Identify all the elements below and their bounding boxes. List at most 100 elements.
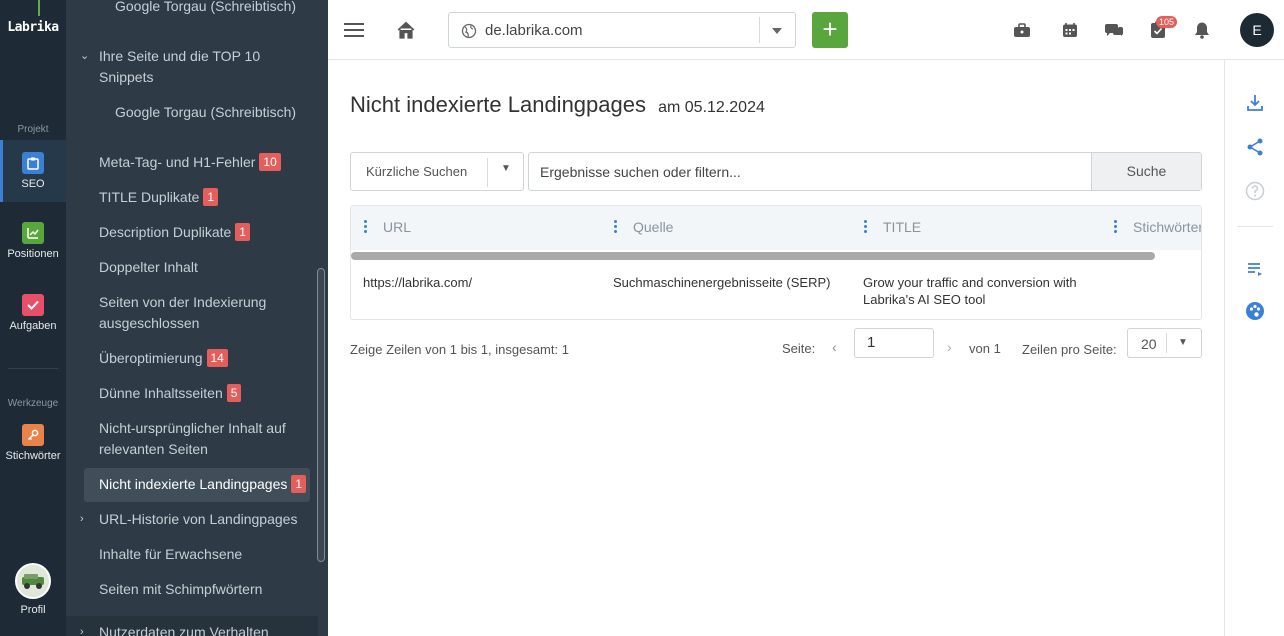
rail-item-aufgaben[interactable]: Aufgaben — [0, 284, 66, 344]
count-badge: 10 — [259, 153, 281, 171]
cell-url[interactable]: https://labrika.com/ — [363, 274, 593, 291]
count-badge: 1 — [203, 188, 219, 206]
calendar-icon[interactable] — [1060, 20, 1080, 40]
sidebar-item-label: Seiten mit Schimpfwörtern — [99, 581, 263, 597]
chevron-down-icon[interactable] — [767, 25, 787, 37]
column-menu-icon[interactable] — [364, 220, 368, 235]
sidebar-scrollbar[interactable] — [317, 268, 325, 562]
sidebar-item-google-torgau[interactable]: Google Torgau (Schreibtisch) — [66, 0, 318, 17]
help-icon[interactable] — [1244, 180, 1266, 202]
profile-avatar[interactable] — [15, 563, 51, 599]
user-avatar[interactable]: E — [1240, 13, 1274, 47]
page-title: Nicht indexierte Landingpages am 05.12.2… — [350, 92, 765, 118]
rows-per-page-label: Zeilen pro Seite: — [1022, 342, 1117, 357]
sidebar-group-top10[interactable]: ⌄ Ihre Seite und die TOP 10 Snippets — [66, 46, 318, 88]
rail-item-label: Positionen — [7, 248, 59, 260]
count-badge: 5 — [226, 384, 242, 402]
rail-item-positionen[interactable]: Positionen — [0, 212, 66, 272]
sidebar-item-label: URL-Historie von Landingpages — [99, 511, 298, 527]
domain-select[interactable]: de.labrika.com — [448, 12, 796, 48]
page-label: Seite: — [782, 341, 816, 356]
sidebar-item-top10-google-torgau[interactable]: Google Torgau (Schreibtisch) — [66, 102, 318, 123]
list-filter-icon[interactable] — [1244, 258, 1266, 280]
sidebar-item-indexierung-ausgeschlossen[interactable]: Seiten von der Indexierung ausgeschlosse… — [66, 292, 318, 334]
sidebar-item-label: Google Torgau (Schreibtisch) — [115, 104, 297, 120]
bell-icon[interactable] — [1192, 20, 1212, 40]
menu-icon[interactable] — [342, 18, 366, 42]
cell-quelle: Suchmaschinenergebnisseite (SERP) — [613, 275, 831, 290]
action-divider — [1237, 226, 1273, 227]
page-number-input[interactable]: 1 — [854, 328, 934, 358]
sidebar-item-label: Überoptimierung — [99, 350, 203, 366]
sidebar-item-inhalte-erwachsene[interactable]: Inhalte für Erwachsene — [66, 544, 318, 565]
chevron-down-icon: ⌄ — [80, 50, 90, 62]
sidebar-item-url-historie[interactable]: › URL-Historie von Landingpages — [66, 509, 318, 530]
sidebar-item-label: TITLE Duplikate — [99, 189, 200, 205]
sidebar-item-label: Nicht indexierte Landingpages — [99, 476, 288, 492]
globe-icon — [461, 23, 477, 39]
rail-item-stichwoerter[interactable]: Stichwörter — [0, 414, 66, 474]
sidebar-item-label: Dünne Inhaltsseiten — [99, 385, 223, 401]
app-logo[interactable]: Labrika — [0, 20, 66, 35]
count-badge: 1 — [291, 475, 307, 493]
column-header-stichwoerter[interactable]: Stichwörter — [1133, 219, 1201, 235]
column-menu-icon[interactable] — [864, 220, 868, 235]
search-bar: Suche — [528, 152, 1202, 191]
chat-icon[interactable] — [1103, 20, 1125, 40]
share-icon[interactable] — [1244, 136, 1266, 158]
download-icon[interactable] — [1244, 92, 1266, 114]
recent-searches-select[interactable]: Kürzliche Suchen ▼ — [350, 152, 524, 191]
select-divider — [1166, 333, 1167, 353]
sidebar-item-label: Inhalte für Erwachsene — [99, 546, 243, 562]
pagination: Zeige Zeilen von 1 bis 1, insgesamt: 1 S… — [350, 328, 1202, 362]
pagination-summary: Zeige Zeilen von 1 bis 1, insgesamt: 1 — [350, 342, 569, 357]
logo-accent — [38, 0, 40, 16]
cell-title: Grow your traffic and conversion with La… — [863, 275, 1077, 307]
add-project-button[interactable]: + — [812, 12, 848, 48]
select-divider — [487, 158, 488, 187]
sidebar-item-label: Meta-Tag- und H1-Fehler — [99, 154, 256, 170]
sidebar-item-duenne-inhaltsseiten[interactable]: Dünne Inhaltsseiten 5 — [66, 383, 318, 404]
home-icon[interactable] — [394, 18, 418, 42]
chevron-right-icon: › — [80, 513, 84, 525]
domain-value: de.labrika.com — [485, 22, 583, 39]
column-menu-icon[interactable] — [1114, 220, 1118, 235]
briefcase-icon[interactable] — [1012, 20, 1032, 40]
notification-count-badge: 105 — [1156, 16, 1178, 28]
palette-icon[interactable] — [1244, 300, 1266, 322]
sidebar-item-nicht-indexierte-landingpages[interactable]: Nicht indexierte Landingpages 1 — [84, 468, 310, 502]
sidebar-item-nutzerdaten[interactable]: › Nutzerdaten zum Verhalten — [66, 622, 318, 636]
chevron-left-icon[interactable]: ‹ — [832, 339, 837, 355]
caret-down-icon[interactable]: ▼ — [501, 163, 511, 174]
caret-down-icon[interactable]: ▼ — [1178, 337, 1188, 348]
sidebar-item-schimpfwoerter[interactable]: Seiten mit Schimpfwörtern — [66, 579, 318, 600]
count-badge: 1 — [235, 223, 250, 241]
sidebar-item-nicht-urspruenglicher-inhalt[interactable]: Nicht-ursprünglicher Inhalt auf relevant… — [66, 418, 318, 460]
results-table: URL Quelle TITLE Stichwörter https://lab… — [350, 205, 1202, 320]
sidebar-item-title-duplikate[interactable]: TITLE Duplikate 1 — [66, 187, 318, 208]
sidebar-item-doppelter-inhalt[interactable]: Doppelter Inhalt — [66, 257, 318, 278]
sidebar-item-label: Ihre Seite und die TOP 10 Snippets — [99, 48, 261, 85]
profile-label: Profil — [20, 604, 46, 616]
sidebar-item-label: Doppelter Inhalt — [99, 259, 198, 275]
seo-sidebar: Google Torgau (Schreibtisch) ⌄ Ihre Seit… — [66, 0, 328, 636]
chevron-right-icon[interactable]: › — [947, 339, 952, 355]
clipboard-icon — [22, 152, 44, 174]
rail-item-label: Aufgaben — [9, 320, 57, 332]
sidebar-item-ueberoptimierung[interactable]: Überoptimierung 14 — [66, 348, 318, 369]
column-header-quelle[interactable]: Quelle — [633, 219, 673, 235]
rail-item-label: Stichwörter — [5, 450, 61, 462]
recent-searches-label: Kürzliche Suchen — [366, 164, 468, 179]
sidebar-item-meta-tag[interactable]: Meta-Tag- und H1-Fehler 10 — [66, 152, 318, 173]
search-input[interactable] — [529, 153, 1091, 190]
chevron-right-icon: › — [80, 626, 84, 636]
rail-item-seo[interactable]: SEO — [0, 140, 66, 202]
sidebar-item-description-duplikate[interactable]: Description Duplikate 1 — [66, 222, 318, 243]
table-horizontal-scrollbar[interactable] — [351, 252, 1155, 260]
column-header-title[interactable]: TITLE — [883, 219, 921, 235]
sidebar-item-label: Seiten von der Indexierung ausgeschlosse… — [99, 294, 267, 331]
rows-per-page-select[interactable]: 20 ▼ — [1127, 328, 1202, 358]
column-menu-icon[interactable] — [614, 220, 618, 235]
column-header-url[interactable]: URL — [383, 219, 411, 235]
search-button[interactable]: Suche — [1091, 153, 1201, 190]
